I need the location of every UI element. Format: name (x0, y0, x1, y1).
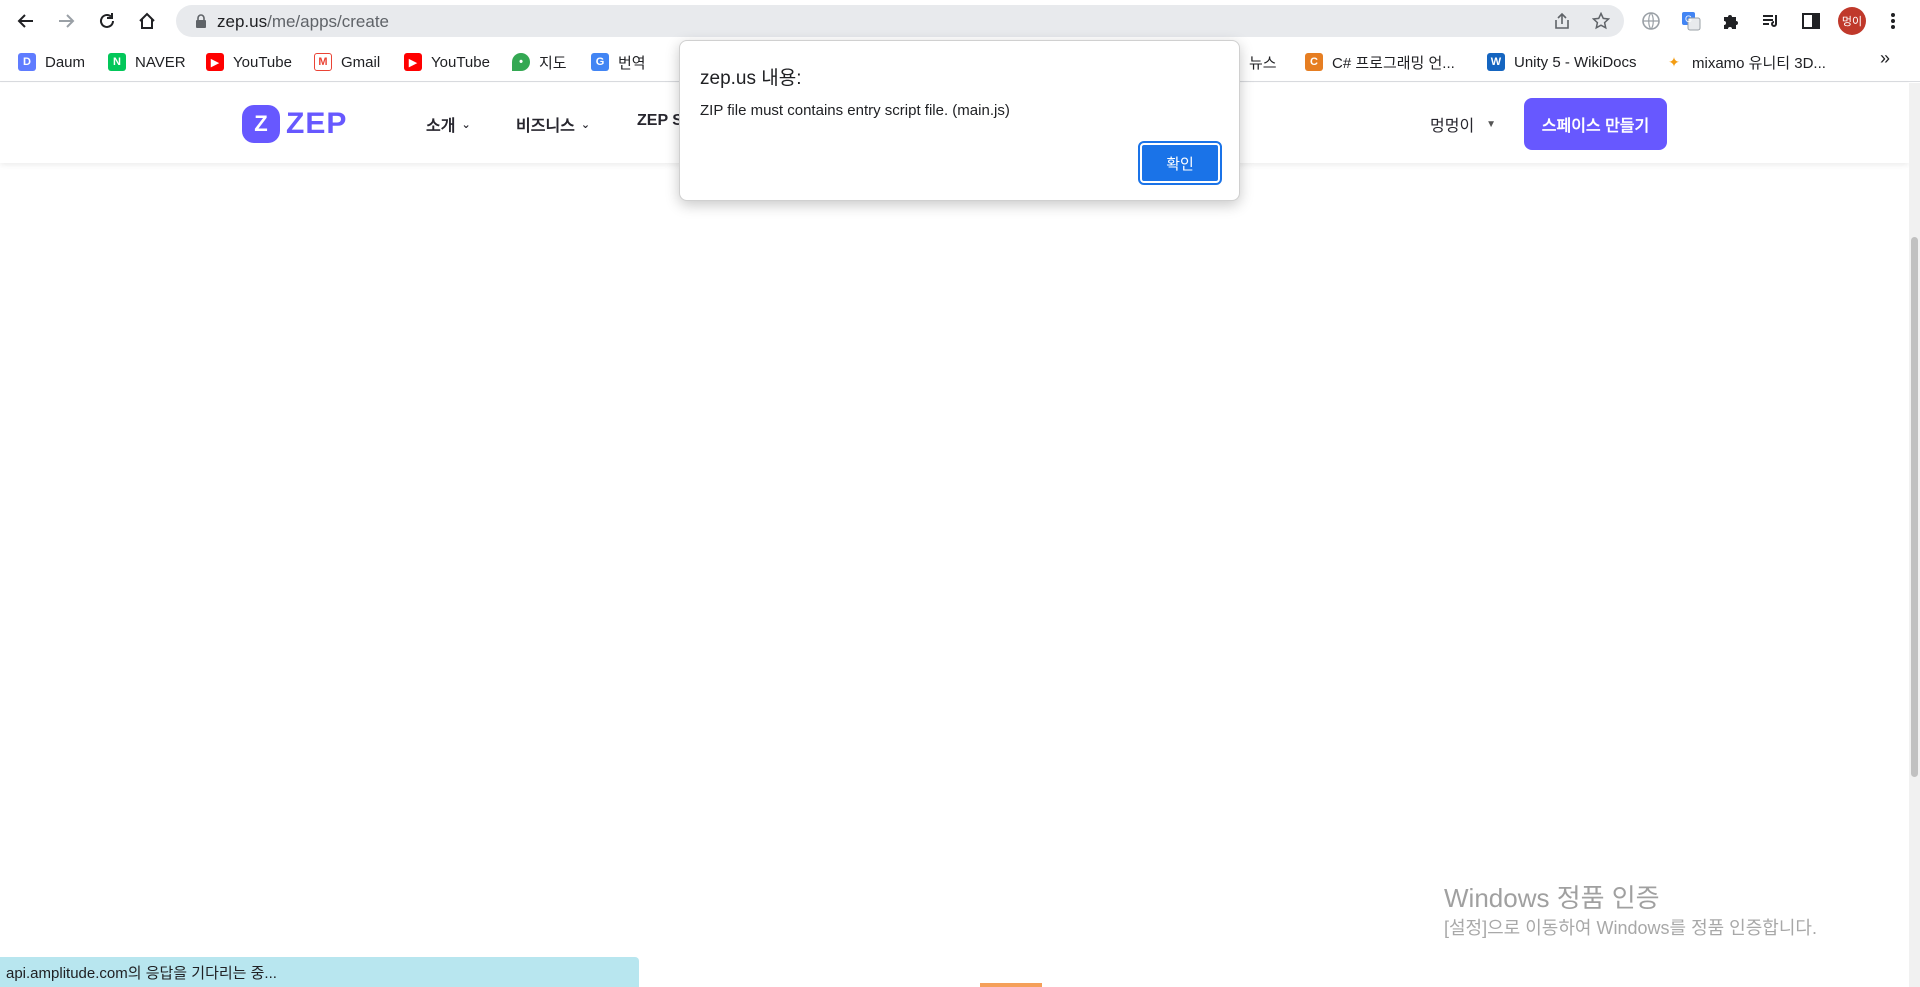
zep-logo-text: ZEP (286, 107, 348, 140)
create-space-button[interactable]: 스페이스 만들기 (1524, 98, 1667, 150)
browser-toolbar: zep.us/me/apps/create G 멍이 (0, 0, 1920, 42)
zep-logo-mark: Z (242, 105, 280, 143)
extensions-puzzle-icon[interactable] (1718, 8, 1744, 34)
gmail-icon: M (314, 53, 332, 71)
mixamo-icon: ✦ (1665, 53, 1683, 71)
windows-activation-subtitle: [설정]으로 이동하여 Windows를 정품 인증합니다. (1444, 918, 1817, 938)
bookmark-item[interactable]: • 지도 (512, 50, 567, 74)
bookmark-label: 번역 (618, 54, 646, 72)
bookmark-label: Unity 5 - WikiDocs (1514, 53, 1637, 71)
bookmark-label: Gmail (341, 53, 381, 71)
profile-avatar[interactable]: 멍이 (1838, 7, 1866, 35)
scrollbar-thumb[interactable] (1911, 237, 1918, 777)
user-menu[interactable]: 멍멍이 ▼ (1430, 112, 1496, 136)
youtube-icon: ▶ (206, 53, 224, 71)
bookmark-item[interactable]: N NAVER (108, 50, 186, 74)
bookmark-item[interactable]: M Gmail (314, 50, 380, 74)
taskbar-highlight (980, 983, 1042, 987)
alert-dialog: zep.us 내용: ZIP file must contains entry … (679, 40, 1240, 201)
bookmark-label: C# 프로그래밍 언... (1332, 54, 1455, 72)
bookmark-label: NAVER (135, 53, 186, 71)
bookmark-label: 뉴스 (1249, 54, 1277, 72)
forward-button[interactable] (51, 6, 81, 36)
maps-icon: • (512, 53, 530, 71)
bookmark-item[interactable]: ✦ mixamo 유니티 3D... (1665, 50, 1826, 74)
translate-icon: G (591, 53, 609, 71)
nav-menu-label: 비즈니스 (516, 118, 575, 135)
bookmark-item[interactable]: D Daum (18, 50, 85, 74)
nav-menu-zep[interactable]: ZEP S (637, 112, 683, 130)
bookmarks-overflow-button[interactable]: » (1880, 48, 1890, 69)
bookmark-label: Daum (45, 53, 86, 71)
lock-icon[interactable] (190, 10, 212, 32)
dialog-message: ZIP file must contains entry script file… (700, 102, 1010, 119)
google-translate-icon[interactable]: G (1678, 8, 1704, 34)
url-text: zep.us/me/apps/create (217, 12, 389, 32)
youtube-icon: ▶ (404, 53, 422, 71)
dialog-ok-button[interactable]: 확인 (1138, 141, 1222, 185)
bookmark-item[interactable]: W Unity 5 - WikiDocs (1487, 50, 1637, 74)
chevron-down-icon: ⌄ (461, 118, 471, 131)
bookmark-label: 지도 (539, 54, 567, 72)
chevron-down-icon: ⌄ (580, 118, 591, 131)
reload-icon (100, 13, 114, 28)
caret-down-icon: ▼ (1486, 118, 1497, 130)
bookmark-item[interactable]: ▶ YouTube (206, 50, 292, 74)
forward-arrow-icon (59, 14, 75, 28)
naver-icon: N (108, 53, 126, 71)
bookmark-label: YouTube (233, 53, 292, 71)
windows-activation-title: Windows 정품 인증 (1444, 883, 1660, 913)
bookmark-star-icon[interactable] (1590, 10, 1612, 32)
address-bar[interactable]: zep.us/me/apps/create (176, 5, 1624, 37)
nav-menu-intro[interactable]: 소개 ⌄ (426, 112, 471, 136)
csharp-icon: C (1305, 53, 1323, 71)
back-button[interactable] (11, 6, 41, 36)
kebab-menu-icon[interactable] (1880, 8, 1906, 34)
page-scrollbar[interactable] (1909, 83, 1920, 987)
media-control-icon[interactable] (1758, 8, 1784, 34)
daum-icon: D (18, 53, 36, 71)
bookmark-item[interactable]: G 번역 (591, 50, 646, 74)
wikidocs-icon: W (1487, 53, 1505, 71)
dialog-title: zep.us 내용: (700, 68, 802, 89)
nav-menu-label: ZEP S (637, 112, 683, 129)
bookmark-label: YouTube (431, 53, 490, 71)
nav-menu-label: 소개 (426, 118, 456, 135)
bookmark-item[interactable]: ▶ YouTube (404, 50, 490, 74)
url-path: /me/apps/create (267, 12, 389, 31)
user-name: 멍멍이 (1430, 118, 1475, 135)
bookmark-item[interactable]: C C# 프로그래밍 언... (1305, 50, 1455, 74)
svg-text:G: G (1685, 14, 1692, 24)
globe-extension-icon[interactable] (1638, 8, 1664, 34)
zep-logo[interactable]: Z ZEP (242, 105, 347, 143)
back-arrow-icon (17, 14, 33, 28)
reload-button[interactable] (92, 6, 122, 36)
bookmark-label: mixamo 유니티 3D... (1692, 54, 1826, 72)
share-icon[interactable] (1551, 10, 1573, 32)
home-button[interactable] (132, 6, 162, 36)
url-host: zep.us (217, 12, 268, 31)
home-icon (139, 12, 155, 29)
nav-menu-business[interactable]: 비즈니스 ⌄ (516, 112, 590, 136)
browser-status-bar: api.amplitude.com의 응답을 기다리는 중... (0, 957, 639, 987)
side-panel-icon[interactable] (1798, 8, 1824, 34)
